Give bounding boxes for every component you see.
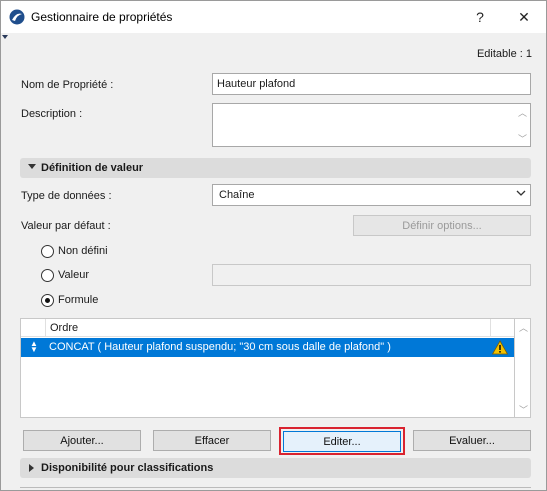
description-label: Description : — [21, 108, 83, 120]
column-separator — [490, 319, 491, 337]
list-header: Ordre — [21, 319, 514, 337]
add-button[interactable]: Ajouter... — [23, 430, 141, 451]
define-options-button[interactable]: Définir options... — [353, 215, 531, 236]
close-button[interactable]: ✕ — [501, 1, 547, 33]
order-column-header[interactable]: Ordre — [50, 322, 78, 334]
value-input[interactable] — [212, 264, 531, 286]
chevron-down-icon — [516, 190, 526, 196]
default-value-label: Valeur par défaut : — [21, 220, 111, 232]
collapse-marker-icon[interactable] — [2, 35, 8, 39]
column-separator — [45, 319, 46, 337]
scroll-down-icon[interactable]: ﹀ — [518, 132, 527, 145]
radio-undefined-control[interactable] — [41, 244, 54, 258]
classification-title: Disponibilité pour classifications — [41, 462, 214, 474]
radio-value-control[interactable] — [41, 268, 54, 282]
help-button[interactable]: ? — [457, 1, 503, 33]
expand-arrow-icon — [29, 464, 34, 472]
window-title: Gestionnaire de propriétés — [31, 10, 173, 24]
radio-formula[interactable]: Formule — [41, 292, 98, 308]
property-name-input[interactable]: Hauteur plafond — [212, 73, 531, 95]
formula-text: CONCAT ( Hauteur plafond suspendu; "30 c… — [49, 341, 391, 353]
title-bar: Gestionnaire de propriétés ? ✕ — [1, 1, 546, 33]
scroll-down-icon[interactable]: ﹀ — [519, 403, 528, 416]
data-type-label: Type de données : — [21, 190, 112, 202]
property-name-label: Nom de Propriété : — [21, 79, 114, 91]
list-scrollbar[interactable]: ︿ ﹀ — [515, 318, 531, 418]
edit-button[interactable]: Editer... — [283, 431, 401, 452]
classification-section-header[interactable]: Disponibilité pour classifications — [20, 458, 531, 478]
scroll-up-icon[interactable]: ︿ — [518, 106, 527, 119]
data-type-value: Chaîne — [219, 189, 255, 201]
divider — [20, 487, 531, 488]
radio-formula-label: Formule — [58, 294, 99, 306]
evaluate-button[interactable]: Evaluer... — [413, 430, 531, 451]
app-logo-icon — [9, 9, 25, 25]
editable-count: Editable : 1 — [476, 48, 532, 60]
radio-value[interactable]: Valeur — [41, 267, 89, 283]
radio-value-label: Valeur — [58, 269, 89, 281]
radio-formula-control[interactable] — [41, 293, 54, 307]
description-input[interactable]: ︿ ﹀ — [212, 103, 531, 147]
formula-list: Ordre ▲ ▼ CONCAT ( Hauteur plafond suspen… — [20, 318, 515, 418]
warning-icon — [492, 340, 508, 355]
expand-arrow-icon — [28, 164, 36, 169]
delete-button[interactable]: Effacer — [153, 430, 271, 451]
radio-undefined-label: Non défini — [58, 245, 108, 257]
value-definition-section-header[interactable]: Définition de valeur — [20, 158, 531, 178]
data-type-select[interactable]: Chaîne — [212, 184, 531, 206]
list-item[interactable]: ▲ ▼ CONCAT ( Hauteur plafond suspendu; "3… — [21, 338, 514, 357]
property-manager-window: Gestionnaire de propriétés ? ✕ Editable … — [0, 0, 547, 491]
reorder-handle-icon[interactable]: ▲ ▼ — [30, 340, 38, 354]
scroll-up-icon[interactable]: ︿ — [519, 321, 528, 334]
value-definition-title: Définition de valeur — [41, 162, 144, 174]
radio-undefined[interactable]: Non défini — [41, 243, 108, 259]
